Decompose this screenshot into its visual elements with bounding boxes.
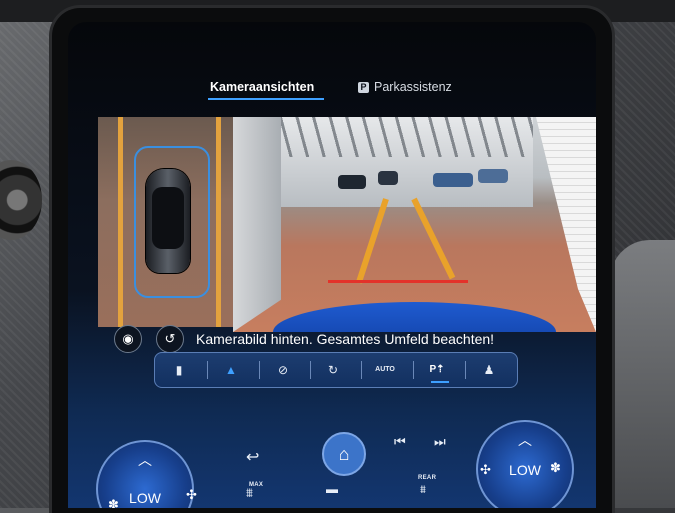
ceiling-beams — [273, 117, 533, 157]
rear-bumper — [273, 302, 556, 332]
center-console-trim — [610, 240, 675, 508]
parked-car — [478, 169, 508, 183]
temp-up-icon[interactable]: ︿ — [478, 430, 572, 450]
parked-car — [378, 171, 398, 185]
auto-view-icon[interactable]: AUTO — [365, 359, 405, 381]
rear-label: REAR — [418, 475, 437, 481]
previous-track-icon[interactable]: ⏮ — [394, 434, 406, 450]
camera-status-message: Kamerabild hinten. Gesamtes Umfeld beach… — [196, 331, 495, 347]
home-icon: ⌂ — [338, 444, 350, 464]
car-icon[interactable]: ▬ — [326, 482, 338, 496]
person-view-icon[interactable]: ♟ — [469, 359, 509, 381]
divider — [259, 361, 260, 379]
seat-heat-icon[interactable]: ✽ — [550, 460, 561, 476]
seat-heat-icon[interactable]: ✽ — [108, 497, 119, 508]
active-tab-indicator — [208, 98, 324, 100]
rear-camera-feed — [233, 117, 596, 332]
guide-line-right — [411, 197, 456, 280]
tab-park-assist[interactable]: P Parkassistenz — [358, 80, 452, 94]
divider — [465, 361, 466, 379]
top-view-icon[interactable]: ▲ — [211, 359, 251, 381]
side-view-icon[interactable]: ⊘ — [263, 359, 303, 381]
parking-icon: P — [358, 82, 369, 93]
home-button[interactable]: ⌂ — [322, 432, 366, 476]
divider — [207, 361, 208, 379]
rear-defrost-icon[interactable]: ⩩ — [420, 484, 426, 497]
fan-icon[interactable]: ✣ — [186, 487, 197, 503]
tab-park-assist-label: Parkassistenz — [374, 80, 452, 94]
camera-toggle-button[interactable]: ◉ — [114, 325, 142, 353]
parking-line — [216, 117, 221, 327]
parked-car — [433, 173, 473, 187]
infotainment-screen: Kameraansichten P Parkassistenz ◉ ↺ Kamer… — [68, 22, 596, 508]
wheel-view-icon[interactable]: ↻ — [313, 359, 353, 381]
stop-distance-line — [328, 280, 468, 283]
trajectory-icon: ↺ — [164, 331, 176, 346]
tab-camera-views[interactable]: Kameraansichten — [210, 80, 314, 94]
divider — [413, 361, 414, 379]
camera-view-selector: ▮ ▲ ⊘ ↻ AUTO P⇡ ♟ — [154, 352, 518, 388]
parking-view-icon[interactable]: P⇡ — [417, 359, 457, 381]
max-label: MAX — [249, 482, 264, 488]
active-view-indicator — [431, 381, 449, 383]
temp-up-icon[interactable]: ︿ — [98, 450, 192, 470]
fan-icon[interactable]: ✣ — [480, 462, 491, 478]
rear-view-icon[interactable]: ▮ — [159, 359, 199, 381]
divider — [310, 361, 311, 379]
garage-wall-right — [536, 117, 596, 332]
vehicle-roof — [152, 187, 184, 249]
next-track-icon[interactable]: ⏭ — [434, 434, 446, 450]
guide-line-left — [355, 198, 389, 284]
parking-line — [118, 117, 123, 327]
trajectory-button[interactable]: ↺ — [156, 325, 184, 353]
top-down-view — [98, 117, 233, 327]
camera-icon: ◉ — [122, 331, 134, 346]
garage-wall-left — [233, 117, 281, 332]
divider — [361, 361, 362, 379]
vehicle-top-icon — [146, 169, 190, 273]
back-icon[interactable]: ↩ — [246, 447, 259, 467]
parked-car — [338, 175, 366, 189]
